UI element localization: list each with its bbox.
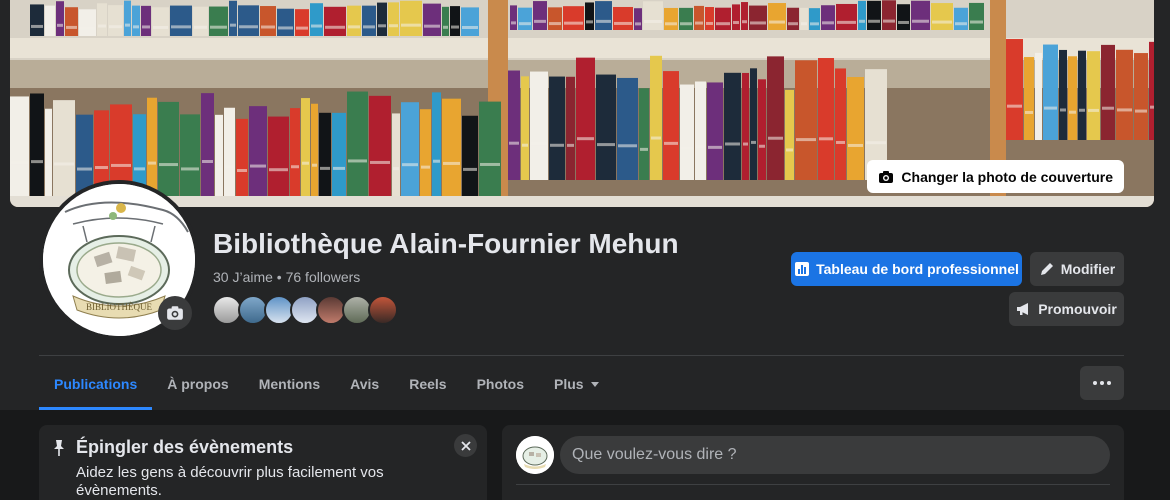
tab-photos[interactable]: Photos xyxy=(462,357,539,410)
tab-label: Photos xyxy=(476,375,525,392)
profile-tabs: Publications À propos Mentions Avis Reel… xyxy=(39,357,615,410)
professional-dashboard-label: Tableau de bord professionnel xyxy=(816,261,1019,277)
tab-label: Publications xyxy=(54,375,138,392)
update-profile-picture-button[interactable] xyxy=(158,296,192,330)
change-cover-button[interactable]: Changer la photo de couverture xyxy=(867,160,1124,193)
caret-down-icon xyxy=(590,381,599,387)
tab-label: À propos xyxy=(167,375,229,392)
tab-avis[interactable]: Avis xyxy=(335,357,394,410)
profile-header: Changer la photo de couverture BIBLIOTHÈ… xyxy=(0,0,1170,410)
tab-label: Reels xyxy=(409,375,447,392)
more-options-button[interactable] xyxy=(1080,366,1124,400)
pin-events-card: Épingler des évènements Aidez les gens à… xyxy=(39,425,487,500)
megaphone-icon xyxy=(1017,303,1029,315)
professional-dashboard-button[interactable]: Tableau de bord professionnel xyxy=(791,252,1022,286)
post-input[interactable]: Que voulez-vous dire ? xyxy=(560,436,1110,474)
composer-divider xyxy=(516,484,1110,485)
ellipsis-icon xyxy=(1107,381,1111,385)
tab-plus[interactable]: Plus xyxy=(539,357,615,410)
pencil-icon xyxy=(1040,263,1053,275)
camera-icon xyxy=(879,170,894,183)
tab-label: Plus xyxy=(554,375,584,392)
promote-button[interactable]: Promouvoir xyxy=(1009,292,1124,326)
post-composer: Que voulez-vous dire ? xyxy=(502,425,1124,500)
pin-events-title: Épingler des évènements xyxy=(76,437,294,457)
avatar[interactable] xyxy=(516,436,554,474)
tab-label: Avis xyxy=(350,375,380,392)
edit-page-label: Modifier xyxy=(1060,261,1116,277)
library-logo-small xyxy=(516,436,554,474)
tab-reels[interactable]: Reels xyxy=(394,357,461,410)
promote-label: Promouvoir xyxy=(1038,301,1117,317)
pin-icon xyxy=(54,440,64,456)
bar-chart-icon xyxy=(795,262,810,276)
tab-a-propos[interactable]: À propos xyxy=(152,357,243,410)
follower-avatar[interactable] xyxy=(368,295,398,325)
page-stats[interactable]: 30 J’aime • 76 followers xyxy=(213,269,360,285)
tab-publications[interactable]: Publications xyxy=(39,357,153,410)
page-title: Bibliothèque Alain-Fournier Mehun xyxy=(213,228,679,259)
tabs-divider xyxy=(39,355,1124,356)
ellipsis-icon xyxy=(1093,381,1097,385)
camera-icon xyxy=(167,306,183,320)
tab-label: Mentions xyxy=(258,375,321,392)
close-button[interactable] xyxy=(454,434,477,457)
cover-photo[interactable]: Changer la photo de couverture xyxy=(10,0,1154,207)
edit-page-button[interactable]: Modifier xyxy=(1030,252,1124,286)
post-input-placeholder: Que voulez-vous dire ? xyxy=(572,446,737,463)
pin-events-description: Aidez les gens à découvrir plus facileme… xyxy=(76,464,384,499)
svg-text:BIBLIOTHÈQUE: BIBLIOTHÈQUE xyxy=(86,302,152,312)
change-cover-label: Changer la photo de couverture xyxy=(901,168,1113,185)
ellipsis-icon xyxy=(1100,381,1104,385)
close-icon xyxy=(460,440,471,451)
tab-mentions[interactable]: Mentions xyxy=(244,357,335,410)
